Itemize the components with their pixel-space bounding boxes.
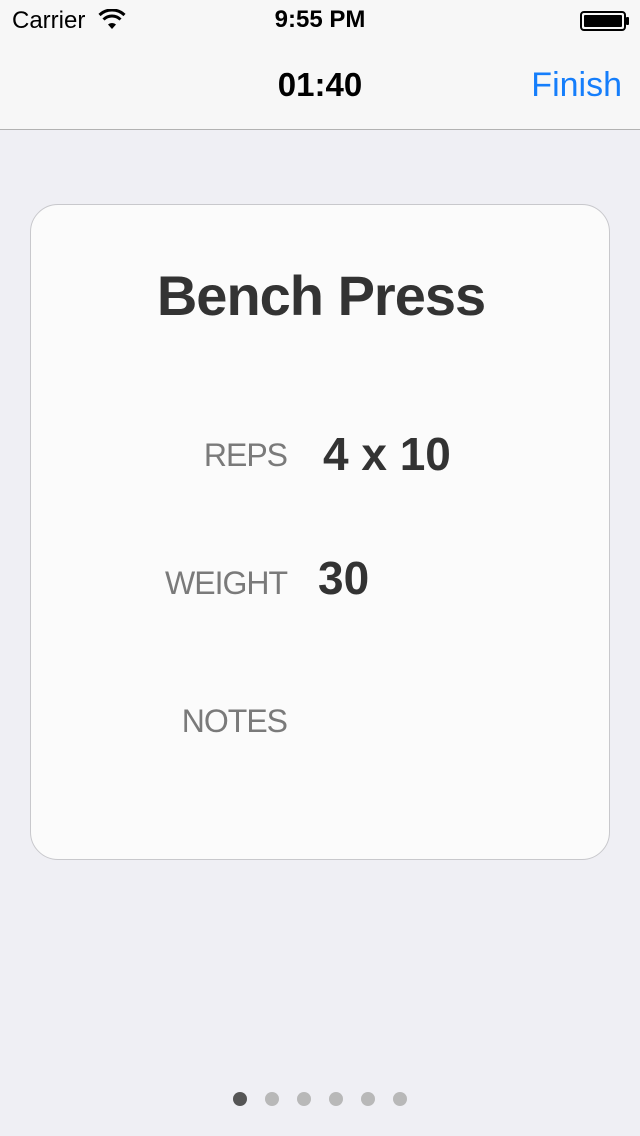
weight-label: WEIGHT bbox=[165, 565, 288, 601]
page-dot[interactable] bbox=[329, 1092, 343, 1106]
finish-button[interactable]: Finish bbox=[531, 66, 622, 105]
notes-label: NOTES bbox=[181, 703, 288, 739]
page-dot[interactable] bbox=[393, 1092, 407, 1106]
page-dot[interactable] bbox=[233, 1092, 247, 1106]
navigation-bar: 01:40 Finish bbox=[0, 40, 640, 130]
exercise-title: Bench Press bbox=[156, 264, 486, 327]
page-dot[interactable] bbox=[265, 1092, 279, 1106]
top-bar: Carrier 9:55 PM 01:40 Finish bbox=[0, 0, 640, 130]
reps-value: 4 x 10 bbox=[323, 428, 451, 480]
page-control[interactable] bbox=[0, 1092, 640, 1106]
page-dot[interactable] bbox=[361, 1092, 375, 1106]
battery-icon bbox=[580, 11, 629, 31]
status-time: 9:55 PM bbox=[274, 6, 366, 33]
page-dot[interactable] bbox=[297, 1092, 311, 1106]
reps-label: REPS bbox=[203, 437, 288, 473]
workout-screen: Carrier 9:55 PM 01:40 Finish Bench Press… bbox=[0, 0, 640, 1136]
status-bar: Carrier 9:55 PM bbox=[0, 0, 640, 40]
exercise-card[interactable]: Bench Press REPS 4 x 10 WEIGHT 30 NOTES bbox=[30, 204, 610, 860]
weight-value: 30 bbox=[318, 552, 370, 604]
